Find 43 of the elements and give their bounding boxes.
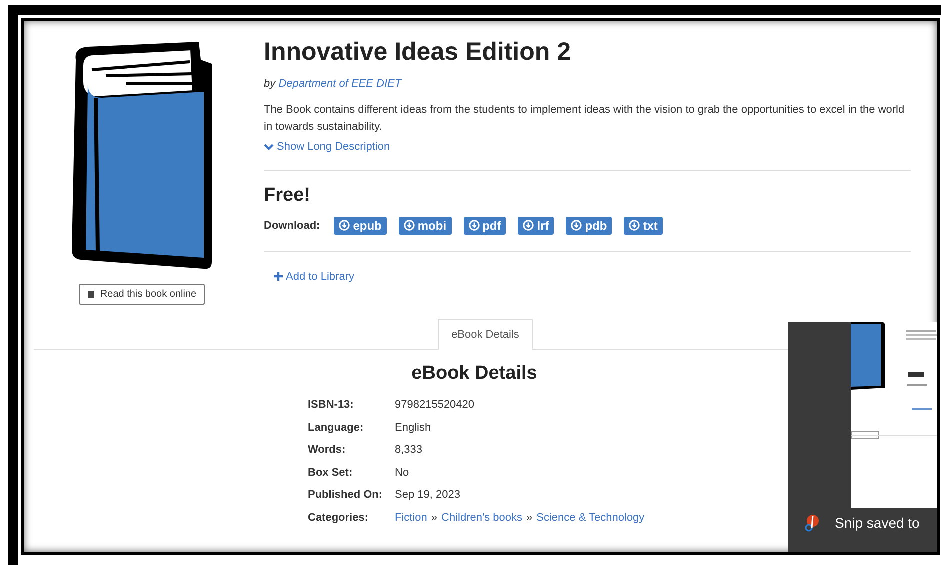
- category-link[interactable]: Fiction: [395, 512, 428, 524]
- download-label: Download:: [264, 220, 320, 232]
- format-download-button[interactable]: lrf: [518, 216, 554, 234]
- plus-icon: [274, 272, 283, 281]
- field-value: No: [395, 466, 410, 478]
- read-online-button[interactable]: Read this book online: [79, 284, 205, 305]
- download-icon: [523, 220, 534, 231]
- field-value: English: [395, 422, 432, 434]
- format-download-button[interactable]: pdf: [464, 216, 506, 234]
- format-download-button[interactable]: pdb: [566, 216, 612, 234]
- format-download-button[interactable]: epub: [334, 216, 387, 234]
- section-heading: eBook Details: [410, 363, 538, 385]
- format-download-button[interactable]: txt: [624, 216, 663, 234]
- snip-notification[interactable]: Snip saved to: [788, 322, 937, 552]
- download-icon: [629, 220, 640, 231]
- field-value: 8,333: [395, 444, 424, 456]
- category-link[interactable]: Children's books: [442, 512, 523, 524]
- field-value: Sep 19, 2023: [395, 489, 462, 501]
- download-icon: [339, 220, 350, 231]
- author-line: by Department of EEE DIET: [264, 78, 404, 90]
- download-icon: [468, 220, 480, 231]
- author-link[interactable]: Department of EEE DIET: [278, 78, 402, 90]
- field-label: Published On:: [308, 489, 384, 501]
- format-download-button[interactable]: mobi: [398, 216, 452, 234]
- field-label: Categories:: [308, 512, 370, 524]
- field-label: Language:: [308, 422, 365, 434]
- book-description: The Book contains different ideas from the students to implement ideas with the vision to grab the opportunities to excel in the world in towards sustainability.: [264, 103, 906, 135]
- breadcrumb-separator: »: [431, 512, 438, 524]
- category-link[interactable]: Science & Technology: [536, 512, 645, 524]
- price: Free!: [264, 184, 312, 206]
- download-icon: [404, 220, 415, 231]
- field-label: Box Set:: [308, 466, 354, 478]
- breadcrumb-separator: »: [526, 512, 533, 524]
- field-label: ISBN-13:: [308, 399, 355, 411]
- download-icon: [571, 220, 582, 231]
- chevron-down-icon: [264, 144, 274, 150]
- field-label: Words:: [308, 444, 347, 456]
- field-value: 9798215520420: [395, 399, 476, 411]
- tab[interactable]: eBook Details: [438, 319, 534, 350]
- book-title: Innovative Ideas Edition 2: [264, 38, 572, 67]
- show-description-link[interactable]: Show Long Description: [264, 141, 390, 153]
- notification-text: Snip saved to: [835, 515, 920, 531]
- add-to-library-link[interactable]: Add to Library: [274, 270, 354, 282]
